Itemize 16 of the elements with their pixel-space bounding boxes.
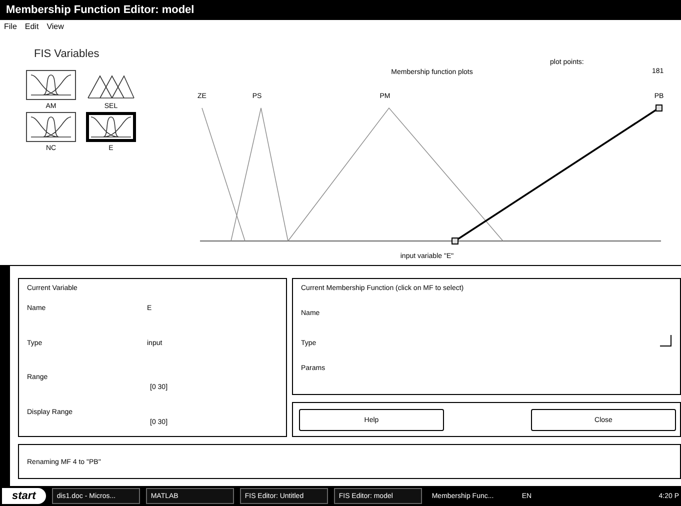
variable-tile[interactable] [86, 112, 136, 142]
menu-item[interactable]: File [4, 22, 17, 32]
bell-curves-icon [89, 115, 133, 139]
variable-tile[interactable] [26, 112, 76, 142]
menu-item[interactable]: Edit [24, 22, 39, 32]
mf-curve[interactable] [202, 108, 246, 242]
variable-tile[interactable] [26, 70, 76, 100]
mf-curve[interactable] [230, 108, 288, 242]
bell-curves-icon [29, 73, 73, 97]
bell-curves-icon [29, 115, 73, 139]
mf-curve[interactable] [452, 104, 662, 244]
section-title: FIS Variables [34, 48, 100, 60]
dropdown-corner-icon[interactable] [660, 335, 672, 347]
menu-item[interactable]: View [46, 22, 64, 32]
window-title: Membership Function Editor: model [6, 4, 194, 16]
start-button[interactable]: start [2, 488, 46, 504]
